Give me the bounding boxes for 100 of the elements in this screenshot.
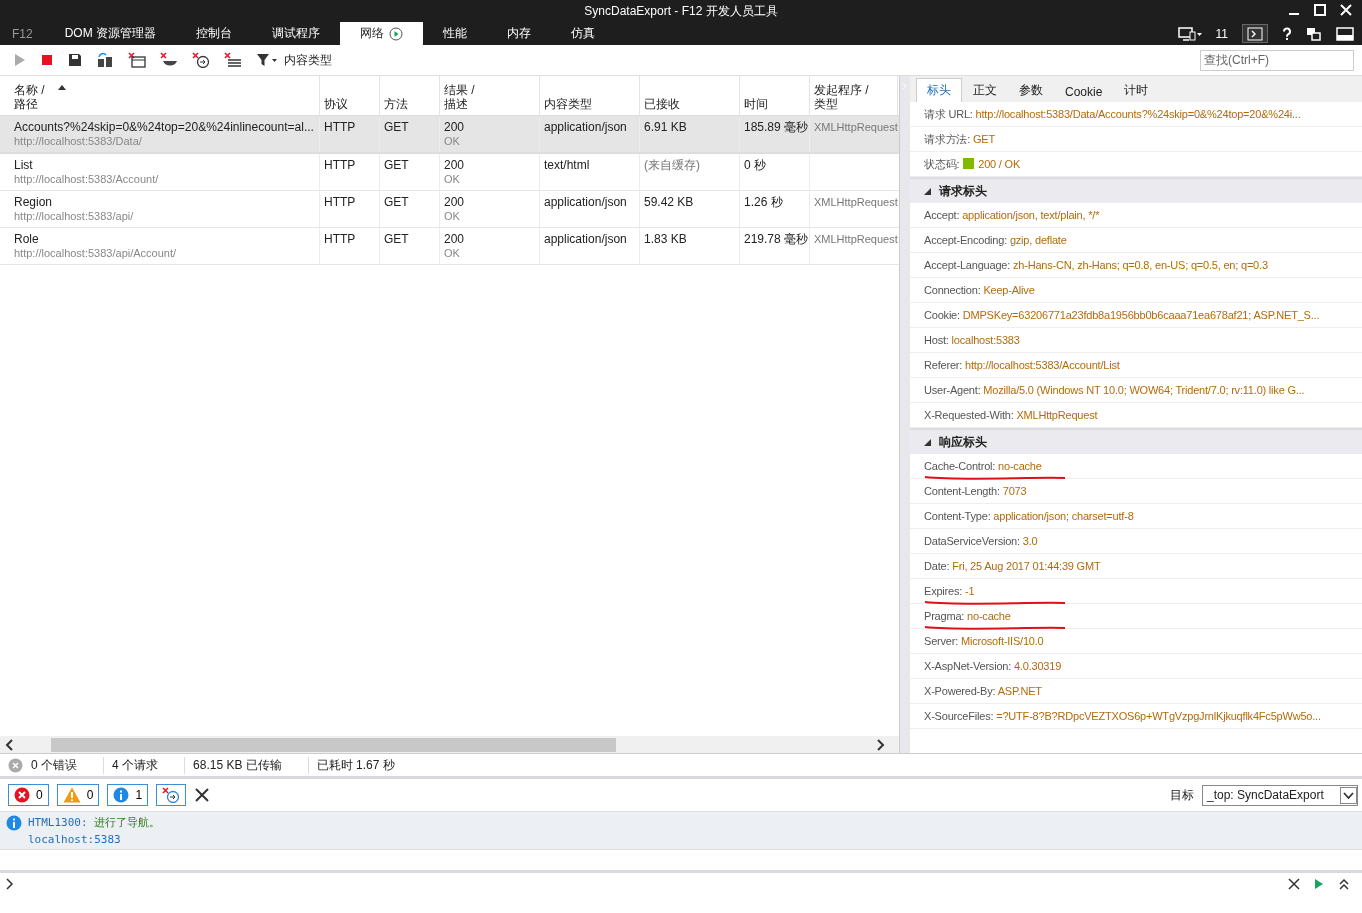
table-cell: 59.42 KB bbox=[640, 191, 740, 227]
header-line: Expires: -1 bbox=[924, 585, 975, 597]
header-line: Cookie: DMPSKey=63206771a23fdb8a1956bb0b6caaa71ea678af21; ASP.NET_S... bbox=[924, 309, 1320, 321]
section-header[interactable]: 请求标头 bbox=[910, 177, 1362, 203]
header-line: 请求 URL: http://localhost:5383/Data/Accounts?%24skip=0&%24top=20&%24i... bbox=[924, 106, 1301, 122]
details-tab[interactable]: 标头 bbox=[916, 78, 962, 102]
filter-icon[interactable] bbox=[256, 53, 278, 67]
header-line: Cache-Control: no-cache bbox=[924, 460, 1042, 472]
request-row[interactable]: Accounts?%24skip=0&%24top=20&%24inlinecount=al... http://localhost:5383/Data/ HTTP GET 200 OK application/json 6.91 KB 185.89 毫秒 XMLHttpRequest bbox=[0, 116, 899, 154]
column-header[interactable]: 时间 bbox=[740, 76, 810, 115]
stop-button[interactable] bbox=[40, 53, 54, 67]
close-icon[interactable] bbox=[1340, 4, 1352, 16]
request-count: 4 个请求 bbox=[104, 756, 186, 774]
table-cell: 219.78 毫秒 bbox=[740, 228, 810, 264]
console-toggle-button[interactable] bbox=[1242, 24, 1268, 43]
table-cell: GET bbox=[380, 154, 440, 190]
refresh-server-button[interactable] bbox=[96, 52, 114, 68]
table-cell: HTTP bbox=[320, 116, 380, 152]
header-line: DataServiceVersion: 3.0 bbox=[924, 535, 1038, 547]
source-link[interactable]: localhost:5383 bbox=[28, 833, 161, 846]
clear-navigation-button[interactable] bbox=[192, 52, 210, 68]
section-header[interactable]: 响应标头 bbox=[910, 428, 1362, 454]
request-row[interactable]: Region http://localhost:5383/api/ HTTP GET 200 OK application/json 59.42 KB 1.26 秒 XMLHttpRequest bbox=[0, 191, 899, 228]
header-line: X-Requested-With: XMLHttpRequest bbox=[924, 409, 1098, 421]
table-cell: application/json bbox=[540, 116, 640, 152]
table-cell: Accounts?%24skip=0&%24top=20&%24inlinecount=al... http://localhost:5383/Data/ bbox=[0, 116, 320, 152]
table-cell: 200 OK bbox=[440, 228, 540, 264]
table-cell: 1.26 秒 bbox=[740, 191, 810, 227]
header-line: Referer: http://localhost:5383/Account/List bbox=[924, 359, 1120, 371]
table-cell: GET bbox=[380, 116, 440, 152]
table-cell-text: XMLHttpRequest bbox=[813, 232, 898, 247]
details-tab[interactable]: 参数 bbox=[1008, 78, 1054, 102]
warning-icon bbox=[62, 787, 81, 803]
scroll-left-icon[interactable] bbox=[4, 738, 13, 751]
dock-icon[interactable] bbox=[1336, 26, 1354, 41]
request-row[interactable]: List http://localhost:5383/Account/ HTTP GET 200 OK text/html (来自缓存) 0 秒 bbox=[0, 154, 899, 191]
column-header[interactable]: 已接收 bbox=[640, 76, 740, 115]
column-header[interactable]: 方法 bbox=[380, 76, 440, 115]
help-icon[interactable] bbox=[1282, 26, 1292, 41]
table-cell: 200 OK bbox=[440, 154, 540, 190]
table-cell-text: XMLHttpRequest bbox=[813, 120, 898, 135]
header-line: Content-Length: 7073 bbox=[924, 485, 1027, 497]
request-row[interactable]: Role http://localhost:5383/api/Account/ HTTP GET 200 OK application/json 1.83 KB 219.78 毫秒 XMLHttpRequest bbox=[0, 228, 899, 265]
device-icon[interactable] bbox=[1177, 26, 1202, 41]
clear-window-button[interactable] bbox=[128, 52, 146, 68]
run-icon[interactable] bbox=[1314, 878, 1324, 890]
tool-tab[interactable]: 内存 bbox=[487, 22, 552, 45]
table-cell: Region http://localhost:5383/api/ bbox=[0, 191, 320, 227]
error-filter-button[interactable]: 0 bbox=[8, 784, 49, 806]
clear-icon[interactable] bbox=[194, 787, 211, 803]
target-label: 目标 bbox=[1170, 786, 1194, 804]
tool-tab[interactable]: 性能 bbox=[423, 22, 488, 45]
table-cell: application/json bbox=[540, 191, 640, 227]
clear-input-icon[interactable] bbox=[1288, 878, 1300, 890]
table-cell: List http://localhost:5383/Account/ bbox=[0, 154, 320, 190]
details-tab[interactable]: 正文 bbox=[962, 78, 1008, 102]
info-icon bbox=[113, 787, 130, 803]
expand-up-icon[interactable] bbox=[1338, 878, 1350, 890]
column-header[interactable]: 内容类型 bbox=[540, 76, 640, 115]
warning-filter-button[interactable]: 0 bbox=[56, 784, 100, 806]
save-button[interactable] bbox=[68, 53, 82, 67]
horizontal-scrollbar[interactable] bbox=[0, 736, 899, 753]
clear-entries-button[interactable] bbox=[224, 52, 242, 68]
section-title: 请求标头 bbox=[939, 182, 987, 200]
details-tab[interactable]: Cookie bbox=[1054, 81, 1114, 102]
error-count: 0 个错误 bbox=[31, 756, 77, 774]
tool-tab[interactable]: 网络 bbox=[340, 22, 424, 45]
tool-tab[interactable]: 调试程序 bbox=[252, 22, 341, 45]
window-title: SyncDataExport - F12 开发人员工具 bbox=[584, 2, 778, 20]
transferred-size: 68.15 KB 已传输 bbox=[185, 756, 309, 774]
table-cell: (来自缓存) bbox=[640, 154, 740, 190]
table-cell: GET bbox=[380, 191, 440, 227]
elapsed-time: 已耗时 1.67 秒 bbox=[315, 756, 396, 774]
column-header[interactable]: 结果 / 描述 bbox=[440, 76, 540, 115]
target-dropdown[interactable]: _top: SyncDataExport bbox=[1202, 784, 1358, 806]
f12-label: F12 bbox=[11, 25, 34, 43]
tool-tab[interactable]: 仿真 bbox=[551, 22, 616, 45]
tool-tab[interactable]: 控制台 bbox=[176, 22, 253, 45]
header-line: Pragma: no-cache bbox=[924, 610, 1011, 622]
browser-version[interactable]: 11 bbox=[1215, 26, 1228, 41]
column-header[interactable]: 协议 bbox=[320, 76, 380, 115]
column-header[interactable]: 名称 / 路径 bbox=[0, 76, 320, 115]
info-filter-button[interactable]: 1 bbox=[107, 784, 149, 806]
table-cell: HTTP bbox=[320, 191, 380, 227]
header-line: Host: localhost:5383 bbox=[924, 334, 1020, 346]
filter-label[interactable]: 内容类型 bbox=[284, 51, 332, 69]
scroll-right-icon[interactable] bbox=[876, 738, 885, 751]
header-line: Accept: application/json, text/plain, */* bbox=[924, 209, 1100, 221]
maximize-icon[interactable] bbox=[1314, 4, 1326, 16]
header-line: 状态码: 200 / OK bbox=[924, 156, 1021, 172]
details-tab[interactable]: 计时 bbox=[1113, 78, 1160, 102]
header-line: Content-Type: application/json; charset=utf-8 bbox=[924, 510, 1134, 522]
tool-tab[interactable]: DOM 资源管理器 bbox=[44, 22, 177, 45]
search-field[interactable]: 查找(Ctrl+F) bbox=[1200, 49, 1354, 71]
table-cell: 200 OK bbox=[440, 116, 540, 152]
undock-icon[interactable] bbox=[1306, 26, 1322, 41]
clear-on-navigate-button[interactable] bbox=[156, 784, 187, 806]
column-header[interactable]: 发起程序 / 类型 bbox=[810, 76, 898, 115]
table-cell: 200 OK bbox=[440, 191, 540, 227]
clear-cookies-button[interactable] bbox=[160, 52, 178, 68]
